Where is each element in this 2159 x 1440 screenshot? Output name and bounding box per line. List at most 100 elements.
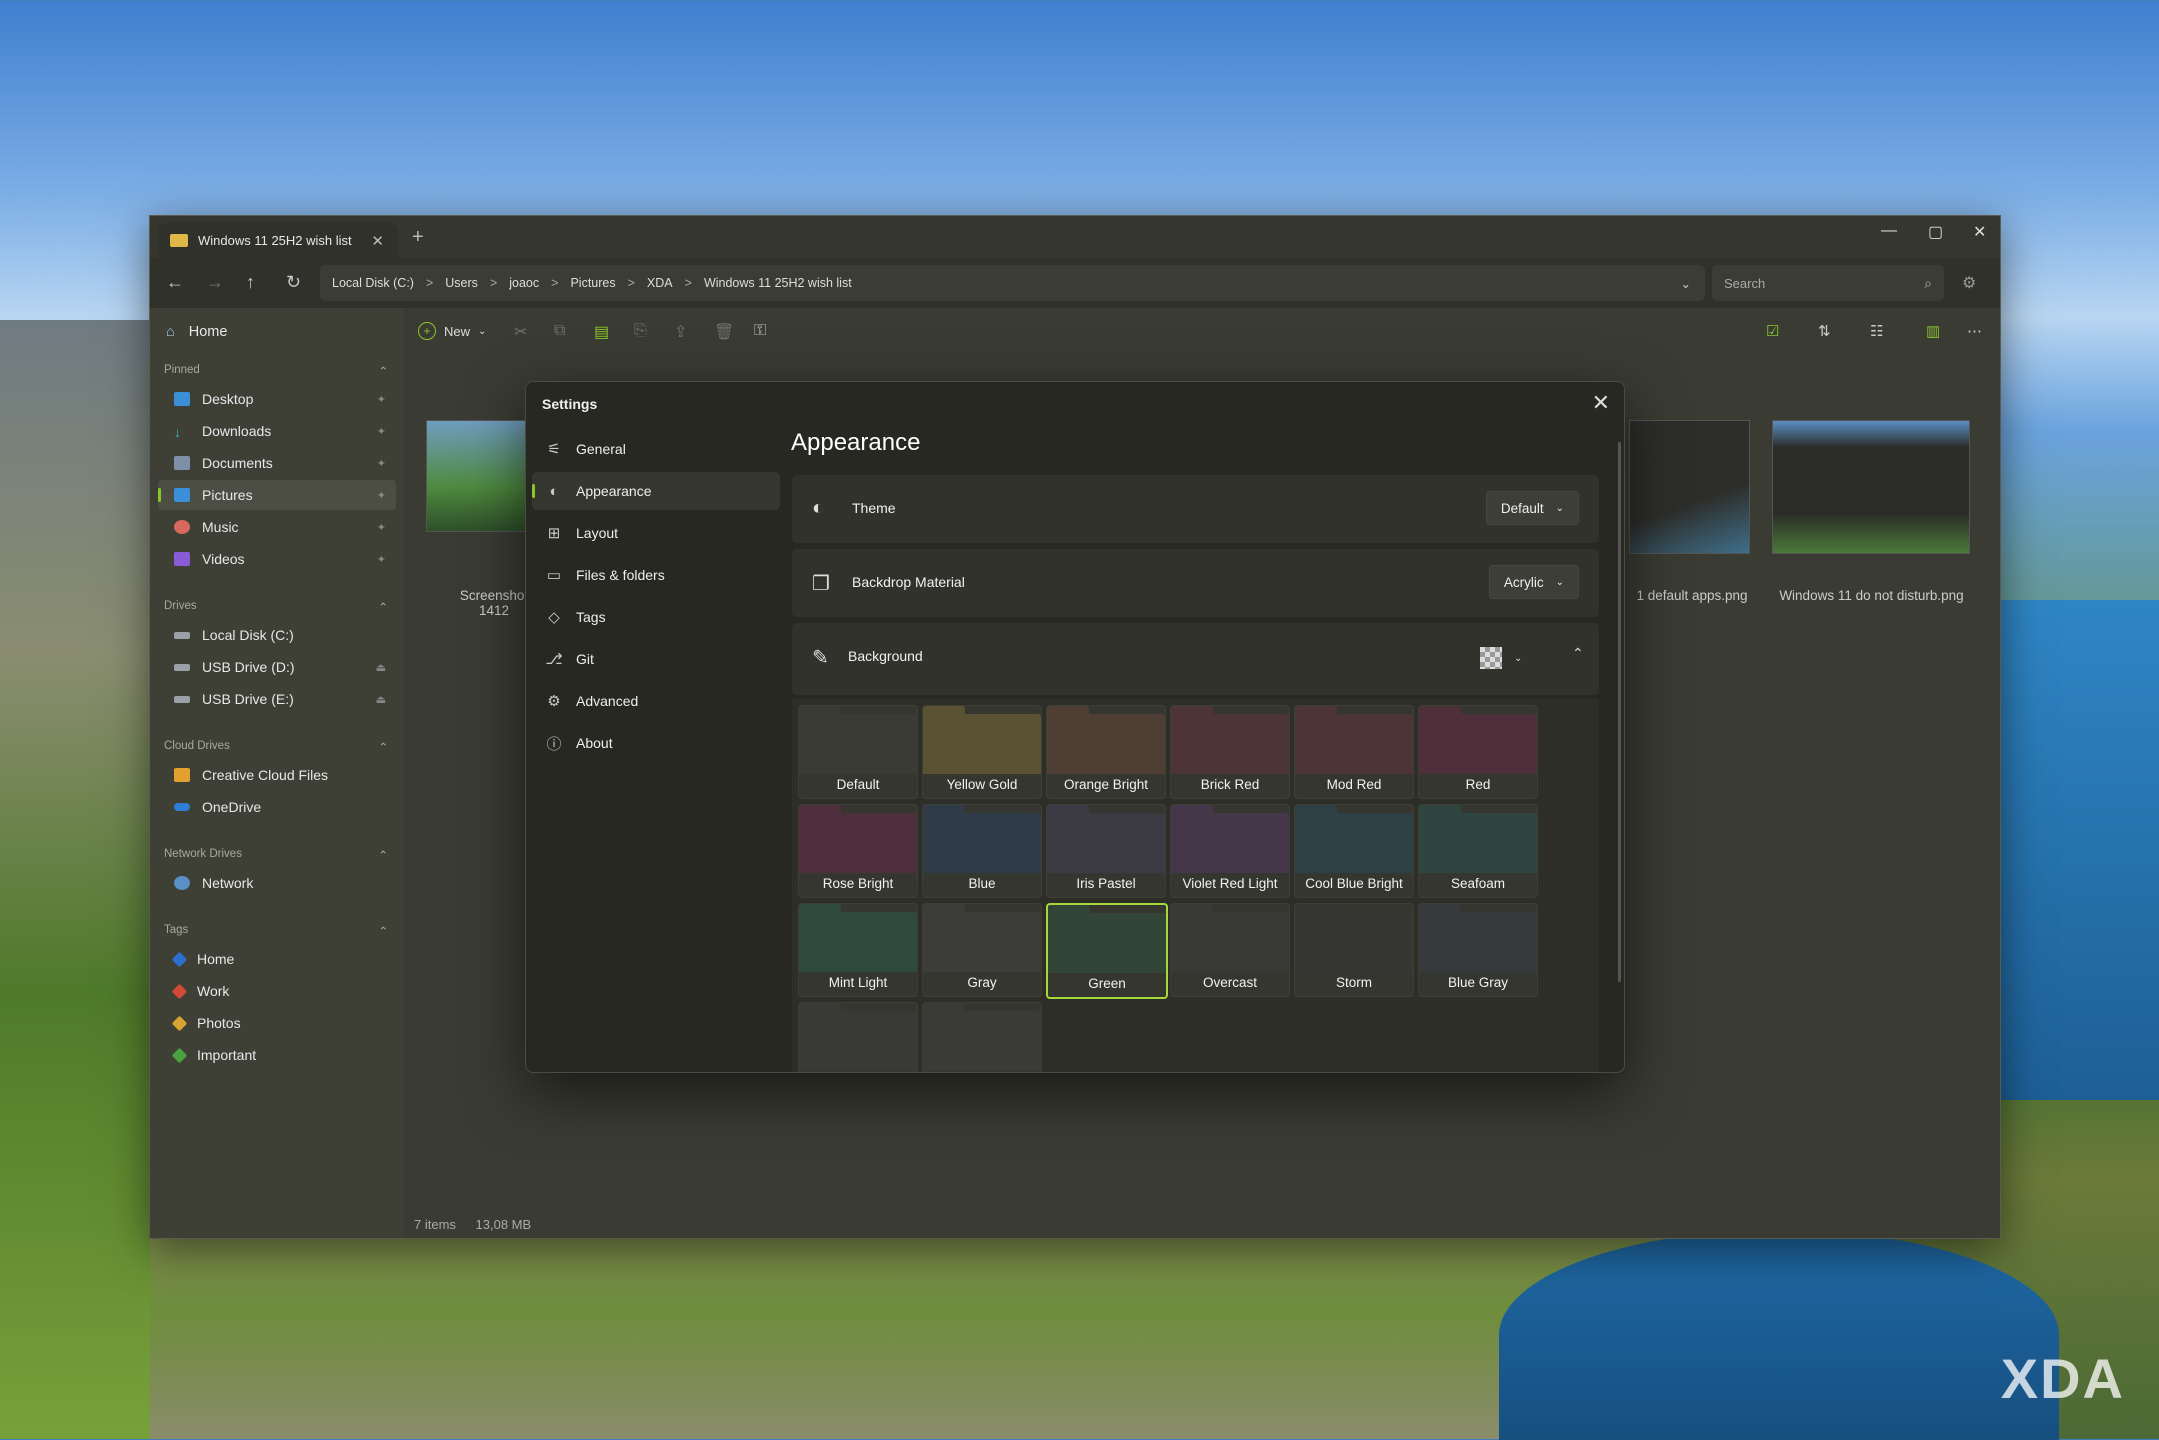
- scrollbar[interactable]: [1618, 442, 1621, 982]
- sidebar-item-pictures[interactable]: Pictures ✦: [158, 480, 396, 510]
- delete-icon[interactable]: 🗑: [714, 322, 734, 342]
- background-swatch[interactable]: Green: [1046, 903, 1168, 999]
- search-icon[interactable]: ⌕: [1924, 275, 1932, 292]
- breadcrumb-users[interactable]: Users: [445, 276, 478, 290]
- sidebar-item-documents[interactable]: Documents ✦: [158, 448, 396, 478]
- background-swatch[interactable]: [922, 1002, 1042, 1072]
- sidebar-item-tag-important[interactable]: Important: [158, 1040, 396, 1070]
- background-swatch[interactable]: Rose Bright: [798, 804, 918, 898]
- background-swatch[interactable]: Red: [1418, 705, 1538, 799]
- background-swatch[interactable]: Cool Blue Bright: [1294, 804, 1414, 898]
- background-swatch[interactable]: Gray: [922, 903, 1042, 997]
- sidebar-item-tag-work[interactable]: Work: [158, 976, 396, 1006]
- collapse-icon[interactable]: ⌃: [378, 924, 388, 938]
- file-thumbnail[interactable]: [426, 420, 526, 532]
- background-swatch[interactable]: Blue Gray: [1418, 903, 1538, 997]
- select-icon[interactable]: ☑: [1766, 322, 1779, 340]
- file-thumbnail[interactable]: [1772, 420, 1970, 554]
- refresh-button[interactable]: ↻: [286, 272, 301, 293]
- more-options-icon[interactable]: ⋯: [1967, 322, 1982, 340]
- file-thumbnail[interactable]: [1629, 420, 1750, 554]
- close-dialog-button[interactable]: ✕: [1592, 390, 1610, 416]
- background-swatch[interactable]: [798, 1002, 918, 1072]
- preview-pane-icon[interactable]: ▥: [1926, 322, 1940, 340]
- section-network-drives[interactable]: Network Drives ⌃: [164, 848, 388, 862]
- sidebar-item-creative-cloud[interactable]: Creative Cloud Files: [158, 760, 396, 790]
- background-swatch[interactable]: Storm: [1294, 903, 1414, 997]
- background-swatch[interactable]: Iris Pastel: [1046, 804, 1166, 898]
- section-cloud-drives[interactable]: Cloud Drives ⌃: [164, 740, 388, 754]
- close-tab-icon[interactable]: ✕: [371, 232, 384, 250]
- settings-nav-git[interactable]: ⎇ Git: [532, 640, 780, 678]
- settings-nav-tags[interactable]: ◇ Tags: [532, 598, 780, 636]
- settings-nav-layout[interactable]: ⊞ Layout: [532, 514, 780, 552]
- settings-gear-icon[interactable]: ⚙: [1962, 273, 1976, 293]
- pin-icon[interactable]: ✦: [377, 553, 386, 566]
- background-swatch[interactable]: Overcast: [1170, 903, 1290, 997]
- maximize-button[interactable]: ▢: [1928, 222, 1943, 242]
- theme-dropdown[interactable]: Default ⌄: [1485, 491, 1579, 525]
- sidebar-item-home[interactable]: ⌂ Home: [166, 324, 227, 340]
- settings-nav-appearance[interactable]: ◐ Appearance: [532, 472, 780, 510]
- new-tab-button[interactable]: +: [412, 226, 424, 249]
- close-window-button[interactable]: ✕: [1973, 222, 1986, 242]
- pin-icon[interactable]: ✦: [377, 457, 386, 470]
- collapse-icon[interactable]: ⌃: [378, 740, 388, 754]
- background-swatch[interactable]: Default: [798, 705, 918, 799]
- pin-icon[interactable]: ✦: [377, 393, 386, 406]
- settings-nav-advanced[interactable]: ⚙ Advanced: [532, 682, 780, 720]
- background-color-picker[interactable]: ⌄: [1480, 647, 1522, 669]
- up-button[interactable]: ↑: [246, 272, 255, 293]
- settings-nav-general[interactable]: ⚟ General: [532, 430, 780, 468]
- collapse-icon[interactable]: ⌃: [378, 600, 388, 614]
- section-drives[interactable]: Drives ⌃: [164, 600, 388, 614]
- file-name[interactable]: 1 default apps.png: [1622, 588, 1762, 603]
- cut-icon[interactable]: ✂: [514, 322, 527, 342]
- background-swatch[interactable]: Blue: [922, 804, 1042, 898]
- sidebar-item-downloads[interactable]: ↓ Downloads ✦: [158, 416, 396, 446]
- pin-icon[interactable]: ✦: [377, 425, 386, 438]
- background-swatch[interactable]: Mint Light: [798, 903, 918, 997]
- breadcrumb-pictures[interactable]: Pictures: [570, 276, 615, 290]
- backdrop-dropdown[interactable]: Acrylic ⌄: [1488, 565, 1579, 599]
- settings-nav-files-folders[interactable]: ▭ Files & folders: [532, 556, 780, 594]
- chevron-up-icon[interactable]: ⌃: [1572, 645, 1584, 662]
- sidebar-item-local-disk[interactable]: Local Disk (C:): [158, 620, 396, 650]
- share-icon[interactable]: ⇪: [674, 322, 687, 342]
- sidebar-item-usb-d[interactable]: USB Drive (D:) ⏏: [158, 652, 396, 682]
- sidebar-item-music[interactable]: Music ✦: [158, 512, 396, 542]
- background-swatch[interactable]: Violet Red Light: [1170, 804, 1290, 898]
- sidebar-item-usb-e[interactable]: USB Drive (E:) ⏏: [158, 684, 396, 714]
- group-icon[interactable]: ☷: [1870, 322, 1883, 340]
- sort-icon[interactable]: ⇅: [1818, 322, 1831, 340]
- sidebar-item-desktop[interactable]: Desktop ✦: [158, 384, 396, 414]
- pin-icon[interactable]: ✦: [377, 521, 386, 534]
- collapse-icon[interactable]: ⌃: [378, 364, 388, 378]
- back-button[interactable]: ←: [166, 272, 184, 293]
- copy-icon[interactable]: ⧉: [554, 322, 565, 340]
- eject-icon[interactable]: ⏏: [376, 661, 386, 674]
- pin-icon[interactable]: ✦: [377, 489, 386, 502]
- search-input[interactable]: Search ⌕: [1712, 265, 1944, 301]
- settings-nav-about[interactable]: ⓘ About: [532, 724, 780, 762]
- section-pinned[interactable]: Pinned ⌃: [164, 364, 388, 378]
- breadcrumb-joaoc[interactable]: joaoc: [509, 276, 539, 290]
- forward-button[interactable]: →: [206, 272, 224, 293]
- minimize-button[interactable]: —: [1881, 222, 1897, 240]
- sidebar-item-tag-photos[interactable]: Photos: [158, 1008, 396, 1038]
- breadcrumb-local-disk[interactable]: Local Disk (C:): [332, 276, 414, 290]
- rename-icon[interactable]: ⎘: [634, 322, 647, 340]
- new-button[interactable]: + New ⌄: [418, 322, 486, 340]
- background-swatch[interactable]: Mod Red: [1294, 705, 1414, 799]
- collapse-icon[interactable]: ⌃: [378, 848, 388, 862]
- background-swatch[interactable]: Orange Bright: [1046, 705, 1166, 799]
- properties-icon[interactable]: ⚿: [754, 322, 766, 340]
- chevron-down-icon[interactable]: ⌄: [1681, 276, 1691, 291]
- background-swatch[interactable]: Yellow Gold: [922, 705, 1042, 799]
- background-swatch[interactable]: Brick Red: [1170, 705, 1290, 799]
- paste-icon[interactable]: ▤: [594, 322, 609, 342]
- file-name[interactable]: Windows 11 do not disturb.png: [1764, 588, 1979, 603]
- section-tags[interactable]: Tags ⌃: [164, 924, 388, 938]
- breadcrumb-xda[interactable]: XDA: [647, 276, 673, 290]
- eject-icon[interactable]: ⏏: [376, 693, 386, 706]
